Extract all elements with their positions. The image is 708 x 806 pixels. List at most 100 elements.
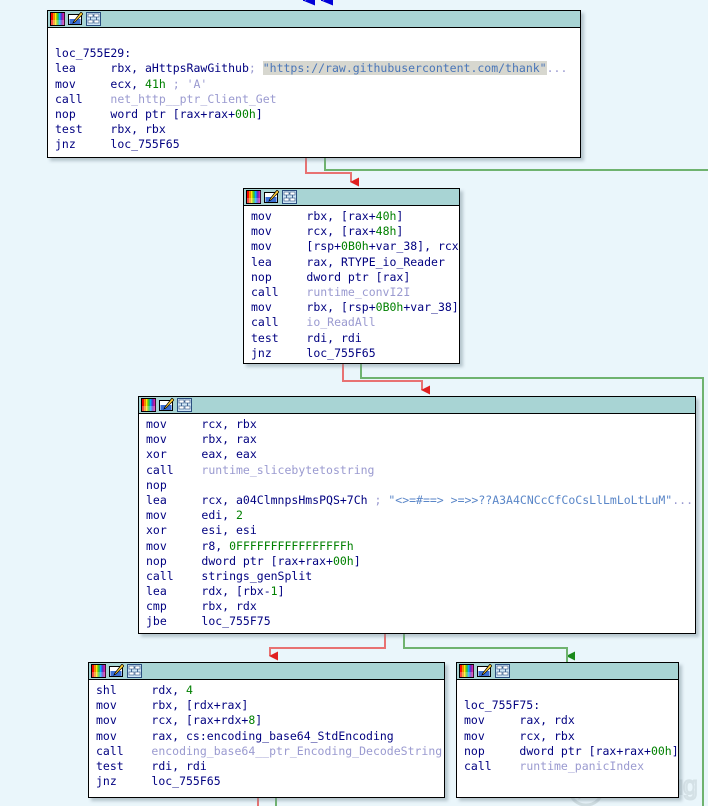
instruction[interactable]: mov rbx, [rsp+0B0h+var_38] (244, 300, 459, 315)
mnemonic[interactable]: nop (146, 554, 201, 568)
instruction[interactable]: nop word ptr [rax+rax+00h] (48, 107, 580, 122)
instruction[interactable]: lea rbx, aHttpsRawGithub; "https://raw.g… (48, 61, 580, 76)
mnemonic[interactable]: mov (251, 300, 306, 314)
mnemonic[interactable]: jbe (146, 614, 201, 628)
numeric-literal[interactable]: 48h (376, 224, 397, 238)
numeric-literal[interactable]: 0B0h (341, 239, 369, 253)
mnemonic[interactable]: call (96, 744, 151, 758)
numeric-literal[interactable]: 0FFFFFFFFFFFFFFFFh (229, 539, 354, 553)
instruction[interactable]: lea rcx, a04ClmnpsHmsPQS+7Ch ; "<>=#==> … (139, 493, 695, 508)
instruction[interactable]: call strings_genSplit (139, 569, 695, 584)
edit-image-icon[interactable] (68, 12, 83, 26)
mnemonic[interactable]: lea (251, 255, 306, 269)
mnemonic[interactable]: mov (55, 77, 110, 91)
blank-line[interactable] (48, 31, 580, 46)
call-target[interactable]: runtime_panicIndex (519, 759, 644, 773)
operands[interactable]: rdi, rdi (306, 331, 361, 345)
instruction[interactable]: nop (139, 478, 695, 493)
operands[interactable]: word ptr [rax+rax+ (110, 107, 235, 121)
graph-node-icon[interactable] (127, 664, 142, 678)
operands[interactable]: loc_755F65 (110, 137, 179, 151)
operands[interactable]: loc_755F65 (151, 774, 220, 788)
instruction[interactable]: mov rcx, rbx (139, 417, 695, 432)
numeric-literal[interactable]: 00h (333, 554, 354, 568)
block-title-bar[interactable] (89, 663, 444, 680)
operands-tail[interactable]: ] (396, 209, 403, 223)
instruction[interactable]: shl rdx, 4 (89, 683, 444, 698)
operands-tail[interactable]: ] (396, 224, 403, 238)
operands[interactable]: rcx, rbx (519, 729, 574, 743)
mnemonic[interactable]: nop (251, 270, 306, 284)
block-gensplit[interactable]: mov rcx, rbx mov rbx, rax xor eax, eax call… (138, 396, 696, 634)
mnemonic[interactable]: call (251, 315, 306, 329)
block-code-body[interactable]: shl rdx, 4 mov rbx, [rdx+rax] mov rcx, [ra… (89, 680, 444, 792)
edit-image-icon[interactable] (109, 664, 124, 678)
call-instruction[interactable]: call net_http__ptr_Client_Get (48, 92, 580, 107)
mnemonic[interactable]: call (146, 463, 201, 477)
instruction[interactable]: xor esi, esi (139, 523, 695, 538)
instruction[interactable]: jnz loc_755F65 (89, 774, 444, 789)
instruction[interactable]: jnz loc_755F65 (48, 137, 580, 152)
operands[interactable]: rdx, [rbx- (201, 584, 270, 598)
instruction[interactable]: lea rdx, [rbx-1] (139, 584, 695, 599)
numeric-literal[interactable]: 00h (651, 744, 672, 758)
numeric-literal[interactable]: 41h (145, 77, 166, 91)
operands-tail[interactable]: +var_38] (403, 300, 458, 314)
mnemonic[interactable]: jnz (96, 774, 151, 788)
call-instruction[interactable]: call io_ReadAll (244, 315, 459, 330)
operands[interactable]: loc_755F65 (306, 346, 375, 360)
mnemonic[interactable]: lea (146, 493, 201, 507)
operands[interactable]: rcx, [rax+rdx+ (151, 713, 248, 727)
block-title-bar[interactable] (244, 189, 459, 206)
palette-icon[interactable] (141, 398, 156, 412)
operands[interactable]: ecx, (110, 77, 145, 91)
mnemonic[interactable]: jnz (251, 346, 306, 360)
instruction[interactable]: test rdi, rdi (89, 759, 444, 774)
instruction[interactable]: mov r8, 0FFFFFFFFFFFFFFFFh (139, 539, 695, 554)
block-title-bar[interactable] (139, 397, 695, 414)
graph-canvas[interactable]: Seebug loc_755E29:lea rbx, aHttpsRawGith… (0, 0, 708, 806)
mnemonic[interactable]: call (464, 759, 519, 773)
call-instruction[interactable]: call encoding_base64__ptr_Encoding_Decod… (89, 744, 444, 759)
numeric-literal[interactable]: 2 (236, 508, 243, 522)
palette-icon[interactable] (246, 190, 261, 204)
instruction[interactable]: mov rbx, [rdx+rax] (89, 698, 444, 713)
code-label[interactable]: loc_755F75: (457, 698, 678, 713)
mnemonic[interactable]: test (96, 759, 151, 773)
instruction[interactable]: mov rax, rdx (457, 713, 678, 728)
instruction[interactable]: nop dword ptr [rax+rax+00h] (139, 554, 695, 569)
mnemonic[interactable]: call (55, 92, 110, 106)
mnemonic[interactable]: mov (251, 209, 306, 223)
operands-tail[interactable]: ] (256, 107, 263, 121)
operands[interactable]: eax, eax (201, 447, 256, 461)
mnemonic[interactable]: mov (96, 698, 151, 712)
call-target[interactable]: encoding_base64__ptr_Encoding_DecodeStri… (151, 744, 442, 758)
instruction[interactable]: mov rcx, [rax+rdx+8] (89, 713, 444, 728)
label-text[interactable]: loc_755F75: (464, 698, 540, 712)
operands[interactable]: r8, (201, 539, 229, 553)
mnemonic[interactable]: call (251, 285, 306, 299)
label-text[interactable]: loc_755E29: (55, 46, 131, 60)
instruction[interactable]: nop dword ptr [rax] (244, 270, 459, 285)
code-label[interactable]: loc_755E29: (48, 46, 580, 61)
string-literal[interactable]: "<>=#==> >=>>??A3A4CNCcCfCoCsLlLmLoLtLuM… (388, 493, 672, 507)
block-loc-755E29[interactable]: loc_755E29: lea rbx, aHttpsRawGithub; "ht… (47, 10, 581, 158)
operands[interactable]: rdi, rdi (151, 759, 206, 773)
block-title-bar[interactable] (457, 663, 678, 680)
operands[interactable]: rcx, rbx (201, 417, 256, 431)
operands[interactable]: dword ptr [rax] (306, 270, 410, 284)
mnemonic[interactable]: mov (146, 539, 201, 553)
mnemonic[interactable]: lea (146, 584, 201, 598)
operands-tail[interactable]: ] (278, 584, 285, 598)
mnemonic[interactable]: nop (464, 744, 519, 758)
operands-tail[interactable]: ] (672, 744, 679, 758)
mnemonic[interactable]: lea (55, 61, 110, 75)
numeric-literal[interactable]: 4 (186, 683, 193, 697)
operands[interactable]: rcx, a04ClmnpsHmsPQS+7Ch (201, 493, 367, 507)
call-target[interactable]: runtime_slicebytetostring (201, 463, 374, 477)
operands[interactable]: rbx, [rsp+ (306, 300, 375, 314)
mnemonic[interactable]: mov (146, 417, 201, 431)
mnemonic[interactable]: mov (96, 729, 151, 743)
numeric-literal[interactable]: 1 (271, 584, 278, 598)
mnemonic[interactable]: shl (96, 683, 151, 697)
